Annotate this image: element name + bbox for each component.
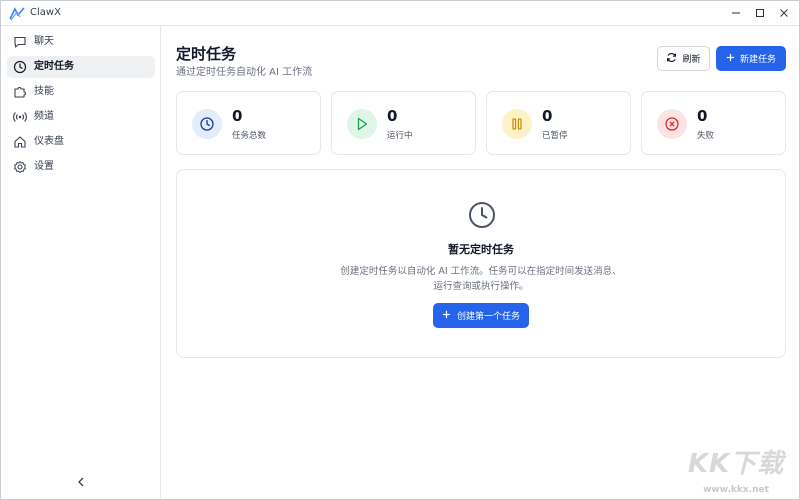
sidebar-item-label: 仪表盘 — [34, 136, 64, 147]
app-logo-icon — [9, 6, 25, 21]
close-window-button[interactable] — [770, 4, 798, 22]
plus-icon — [442, 310, 451, 322]
stat-label: 已暂停 — [542, 131, 568, 141]
sidebar-item-label: 聊天 — [34, 36, 54, 47]
create-first-task-button[interactable]: 创建第一个任务 — [433, 303, 529, 328]
sidebar-item-scheduled-tasks[interactable]: 定时任务 — [7, 56, 155, 78]
stat-label: 任务总数 — [232, 131, 267, 141]
stat-value: 0 — [387, 107, 398, 125]
sidebar: 聊天 定时任务 技能 频道 仪表盘 设置 — [1, 26, 161, 499]
empty-state-panel: 暂无定时任务 创建定时任务以自动化 AI 工作流。任务可以在指定时间发送消息、运… — [176, 169, 786, 358]
stat-label: 运行中 — [387, 131, 413, 141]
page-title: 定时任务 — [176, 45, 237, 63]
stat-label: 失败 — [697, 131, 715, 141]
page-subtitle: 通过定时任务自动化 AI 工作流 — [176, 67, 313, 78]
sidebar-item-skills[interactable]: 技能 — [7, 81, 155, 103]
app-title: ClawX — [30, 7, 61, 18]
sidebar-item-label: 频道 — [34, 111, 54, 122]
plus-icon — [726, 53, 735, 65]
stat-value: 0 — [232, 107, 243, 125]
sidebar-item-dashboard[interactable]: 仪表盘 — [7, 131, 155, 153]
pause-icon — [502, 109, 532, 139]
radio-signal-icon — [13, 110, 27, 124]
clock-icon — [192, 109, 222, 139]
empty-state-description: 创建定时任务以自动化 AI 工作流。任务可以在指定时间发送消息、运行查询或执行操… — [340, 266, 622, 292]
main-content: 定时任务 通过定时任务自动化 AI 工作流 刷新 新建任务 0 任务总数 0 运… — [162, 27, 799, 499]
watermark-text: KK下载 — [687, 449, 785, 479]
new-task-button[interactable]: 新建任务 — [716, 46, 786, 71]
title-bar: ClawX — [1, 1, 799, 26]
sidebar-item-channels[interactable]: 频道 — [7, 106, 155, 128]
refresh-icon — [666, 52, 677, 66]
stat-card-running: 0 运行中 — [331, 91, 476, 155]
empty-state-title: 暂无定时任务 — [448, 243, 514, 256]
chevron-left-icon — [77, 472, 85, 491]
sidebar-item-label: 技能 — [34, 86, 54, 97]
home-icon — [13, 135, 27, 149]
sidebar-item-label: 定时任务 — [34, 61, 74, 72]
stat-value: 0 — [542, 107, 553, 125]
x-circle-icon — [657, 109, 687, 139]
create-first-task-label: 创建第一个任务 — [456, 312, 520, 322]
sidebar-item-settings[interactable]: 设置 — [7, 156, 155, 178]
clock-icon — [13, 60, 27, 74]
watermark-url: www.kkx.net — [703, 485, 769, 495]
stat-card-total: 0 任务总数 — [176, 91, 321, 155]
clock-icon — [467, 200, 497, 230]
chat-bubble-icon — [13, 35, 27, 49]
refresh-button-label: 刷新 — [682, 55, 701, 65]
watermark: KK下载 www.kkx.net — [681, 443, 791, 499]
stat-card-paused: 0 已暂停 — [486, 91, 631, 155]
gear-icon — [13, 160, 27, 174]
play-icon — [347, 109, 377, 139]
app-window: ClawX 聊天 定时任务 技能 频道 仪表盘 设置 定时任务 通过定时任务自动… — [0, 0, 800, 500]
collapse-sidebar-button[interactable] — [74, 474, 88, 488]
stat-value: 0 — [697, 107, 708, 125]
refresh-button[interactable]: 刷新 — [657, 46, 710, 71]
sidebar-item-label: 设置 — [34, 161, 54, 172]
new-task-button-label: 新建任务 — [739, 55, 776, 65]
puzzle-icon — [13, 85, 27, 99]
stat-card-failed: 0 失败 — [641, 91, 786, 155]
sidebar-item-chat[interactable]: 聊天 — [7, 31, 155, 53]
